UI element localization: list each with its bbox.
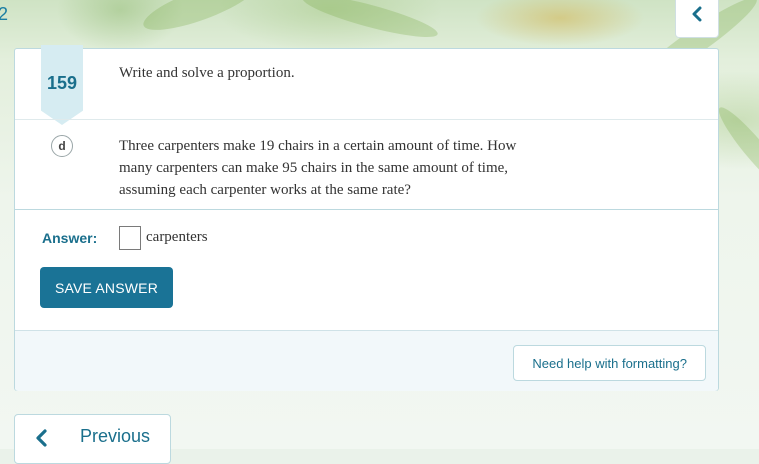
problem-number: 159 <box>46 73 78 93</box>
answer-unit: carpenters <box>146 229 208 245</box>
problem-prompt: Write and solve a proportion. <box>119 65 295 81</box>
previous-button[interactable]: Previous <box>14 414 171 464</box>
formatting-help-button[interactable]: Need help with formatting? <box>513 345 706 381</box>
divider <box>15 119 718 120</box>
answer-label: Answer: <box>42 230 98 246</box>
question-text: Three carpenters make 19 chairs in a cer… <box>119 138 517 198</box>
save-answer-button[interactable]: SAVE ANSWER <box>40 267 173 308</box>
collapse-button[interactable] <box>675 0 719 38</box>
part-label: d <box>51 135 73 157</box>
card-footer: Need help with formatting? <box>15 330 718 391</box>
page-number-fragment[interactable]: 2 <box>0 4 8 25</box>
problem-card: 159 Write and solve a proportion. d Thre… <box>14 45 719 391</box>
previous-label: Previous <box>80 426 151 446</box>
answer-input[interactable] <box>119 226 141 250</box>
divider <box>15 209 718 210</box>
chevron-left-icon <box>690 6 704 27</box>
